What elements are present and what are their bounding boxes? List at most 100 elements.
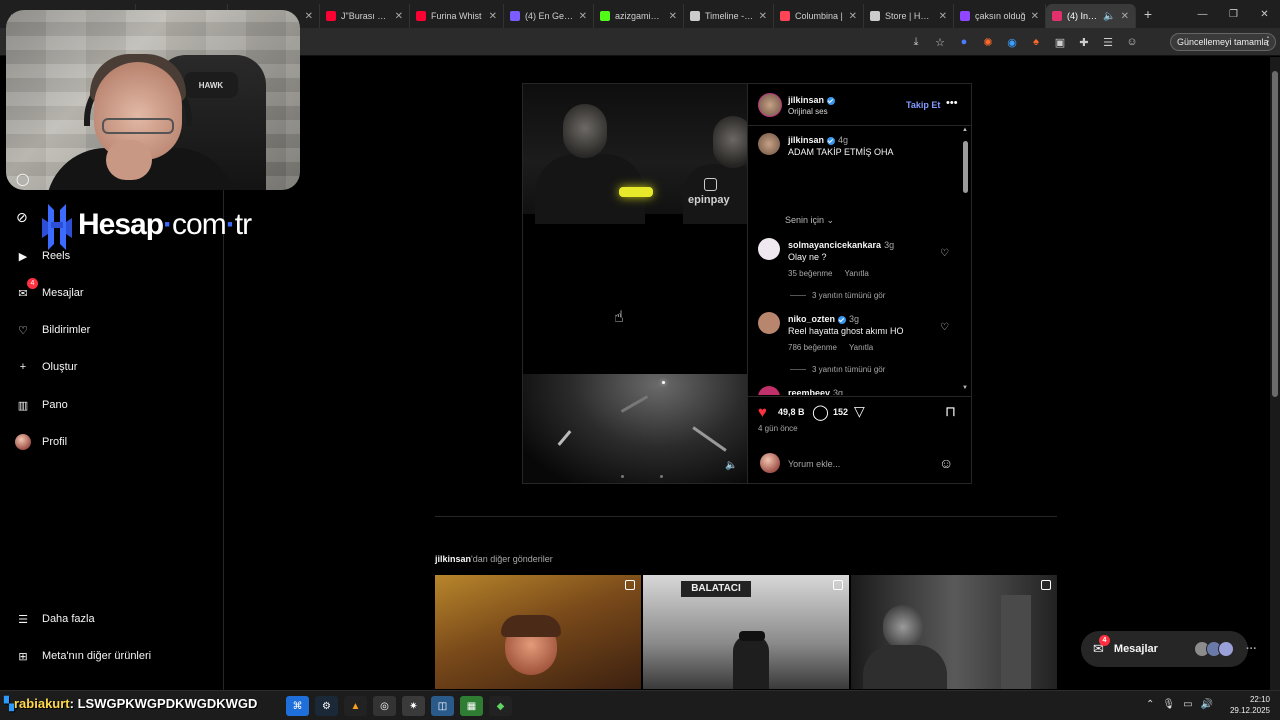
app-icon[interactable]: ▲ [344, 696, 367, 716]
sidebar-item-bildirimler[interactable]: ♡ Bildirimler [14, 321, 90, 339]
view-replies-button[interactable]: 3 yanıtın tümünü gör [790, 365, 885, 374]
system-clock[interactable]: 22:10 29.12.2025 [1226, 694, 1270, 716]
save-bookmark-icon[interactable]: ⊓ [945, 403, 956, 420]
browser-tab[interactable]: (4) En Gelişm ✕ [504, 4, 594, 28]
sidebar-item-more[interactable]: ☰ Daha fazla [14, 610, 95, 628]
minimize-icon[interactable]: — [1187, 0, 1218, 28]
sidebar-item-mesajlar[interactable]: ✉ 4 Mesajlar [14, 278, 84, 302]
comment-likes[interactable]: 786 beğenme [788, 343, 837, 352]
extensions-puzzle-icon[interactable]: ✚ [1073, 32, 1095, 52]
close-window-icon[interactable]: ✕ [1249, 0, 1280, 28]
browser-menu-icon[interactable]: ⋮ [1262, 34, 1274, 48]
sidebar-item-oluştur[interactable]: + Oluştur [14, 358, 78, 376]
author-name[interactable]: jilkinsan [788, 95, 836, 105]
extension-icon[interactable]: ● [953, 32, 975, 52]
comment-meta: 786 beğenme Yanıtla [788, 343, 873, 352]
stream-chat-overlay: ▚rabiakurt: LSWGPKWGPDKWGDKWGD [4, 696, 258, 711]
browser-tab[interactable]: azizgaming3 ✕ [594, 4, 684, 28]
browser-tab[interactable]: J"Burası Min ✕ [320, 4, 410, 28]
comment-like-heart-icon[interactable]: ♡ [940, 322, 949, 333]
tab-close-icon[interactable]: ✕ [759, 11, 767, 22]
comments-scrollbar[interactable]: ▲ ▼ [961, 127, 971, 395]
sidebar-item-meta-products[interactable]: ⊞ Meta'nın diğer ürünleri [14, 647, 151, 665]
vscode-icon[interactable]: ⌘ [286, 696, 309, 716]
browser-tab[interactable]: Store | Hytal ✕ [864, 4, 954, 28]
tab-title: J"Burası Min [341, 11, 390, 21]
caption-author[interactable]: jilkinsan 4g [788, 135, 848, 145]
bookmark-star-icon[interactable]: ☆ [929, 32, 951, 52]
chevron-up-icon[interactable]: ⌃ [1146, 699, 1154, 710]
comment-likes[interactable]: 35 beğenme [788, 269, 832, 278]
commenter-name[interactable]: reembeey 3g [788, 388, 843, 395]
share-icon[interactable]: ▽ [854, 403, 865, 420]
search-icon[interactable]: ◯ [16, 172, 29, 186]
audio-label[interactable]: Orijinal ses [788, 107, 828, 116]
browser-tab[interactable]: Columbina | ✕ [774, 4, 864, 28]
tab-close-icon[interactable]: ✕ [1121, 11, 1129, 22]
microphone-icon[interactable]: 🎙 [1162, 699, 1175, 710]
view-replies-button[interactable]: 3 yanıtın tümünü gör [790, 291, 885, 300]
sidebar-item-label: Daha fazla [42, 613, 95, 625]
comment-sort-dropdown[interactable]: Senin için ⌄ [785, 215, 834, 226]
restore-icon[interactable]: ❐ [1218, 0, 1249, 28]
obs-icon[interactable]: ◎ [373, 696, 396, 716]
more-options-icon[interactable]: ••• [946, 97, 958, 109]
browser-tab[interactable]: Furina Whist ✕ [410, 4, 504, 28]
tab-audio-icon[interactable]: 🔈 [1103, 11, 1115, 22]
sidebar-icon[interactable]: ☰ [1097, 32, 1119, 52]
commenter-avatar[interactable] [758, 386, 780, 395]
tab-close-icon[interactable]: ✕ [395, 11, 403, 22]
commenter-name[interactable]: niko_ozten 3g [788, 314, 859, 324]
extension-icon[interactable]: ▣ [1049, 32, 1071, 52]
volume-icon[interactable]: 🔈 [725, 460, 737, 471]
app-icon[interactable]: ◫ [431, 696, 454, 716]
commenter-name[interactable]: solmayancicekankara 3g [788, 240, 894, 250]
settings-icon[interactable]: ✷ [402, 696, 425, 716]
caption-avatar[interactable] [758, 133, 780, 155]
extension-icon[interactable]: ✺ [977, 32, 999, 52]
comment-input[interactable]: Yorum ekle... [788, 459, 840, 469]
app-icon[interactable]: ◆ [489, 696, 512, 716]
tab-close-icon[interactable]: ✕ [1031, 11, 1039, 22]
commenter-avatar[interactable] [758, 238, 780, 260]
browser-tab[interactable]: çaksın olduğ ✕ [954, 4, 1046, 28]
speaker-icon[interactable]: 🔊 [1201, 699, 1213, 710]
profile-icon[interactable]: ☺ [1121, 32, 1143, 52]
tab-close-icon[interactable]: ✕ [939, 11, 947, 22]
post-thumbnail[interactable] [851, 575, 1057, 689]
extension-icon[interactable]: ♠ [1025, 32, 1047, 52]
emoji-icon[interactable]: ☺ [939, 455, 953, 471]
post-thumbnail[interactable]: BALATACI [643, 575, 849, 689]
display-icon[interactable]: ▭ [1183, 699, 1192, 710]
page-scrollbar[interactable] [1270, 57, 1280, 690]
messages-pill[interactable]: ✉ 4 Mesajlar ··· [1081, 631, 1257, 667]
tab-close-icon[interactable]: ✕ [305, 11, 313, 22]
sidebar-item-pano[interactable]: ▥ Pano [14, 396, 68, 414]
minecraft-icon[interactable]: ▦ [460, 696, 483, 716]
reply-button[interactable]: Yanıtla [844, 269, 868, 278]
like-count[interactable]: 49,8 B [778, 407, 805, 417]
post-timestamp: 4 gün önce [758, 424, 798, 433]
tab-close-icon[interactable]: ✕ [579, 11, 587, 22]
update-button[interactable]: Güncellemeyi tamamla [1170, 33, 1276, 51]
comment-icon[interactable]: ◯ [812, 403, 829, 421]
browser-tab[interactable]: (4) Insta 🔈 ✕ [1046, 4, 1136, 28]
new-tab-button[interactable]: + [1136, 6, 1160, 22]
commenter-avatar[interactable] [758, 312, 780, 334]
comment-like-heart-icon[interactable]: ♡ [940, 248, 949, 259]
browser-tab[interactable]: Timeline - Pa ✕ [684, 4, 774, 28]
install-app-icon[interactable]: ⤓ [905, 32, 927, 52]
author-avatar[interactable] [758, 93, 782, 117]
tab-close-icon[interactable]: ✕ [849, 11, 857, 22]
post-thumbnail[interactable] [435, 575, 641, 689]
reply-button[interactable]: Yanıtla [849, 343, 873, 352]
tab-close-icon[interactable]: ✕ [669, 11, 677, 22]
explore-icon[interactable]: ⊘ [16, 209, 28, 226]
steam-icon[interactable]: ⚙ [315, 696, 338, 716]
reel-video[interactable]: epinpay 🔈 [523, 84, 748, 483]
follow-button[interactable]: Takip Et [906, 100, 940, 110]
tab-close-icon[interactable]: ✕ [489, 11, 497, 22]
sidebar-item-profil[interactable]: Profil [14, 433, 67, 451]
extension-icon[interactable]: ◉ [1001, 32, 1023, 52]
like-heart-icon[interactable]: ♥ [758, 404, 767, 421]
